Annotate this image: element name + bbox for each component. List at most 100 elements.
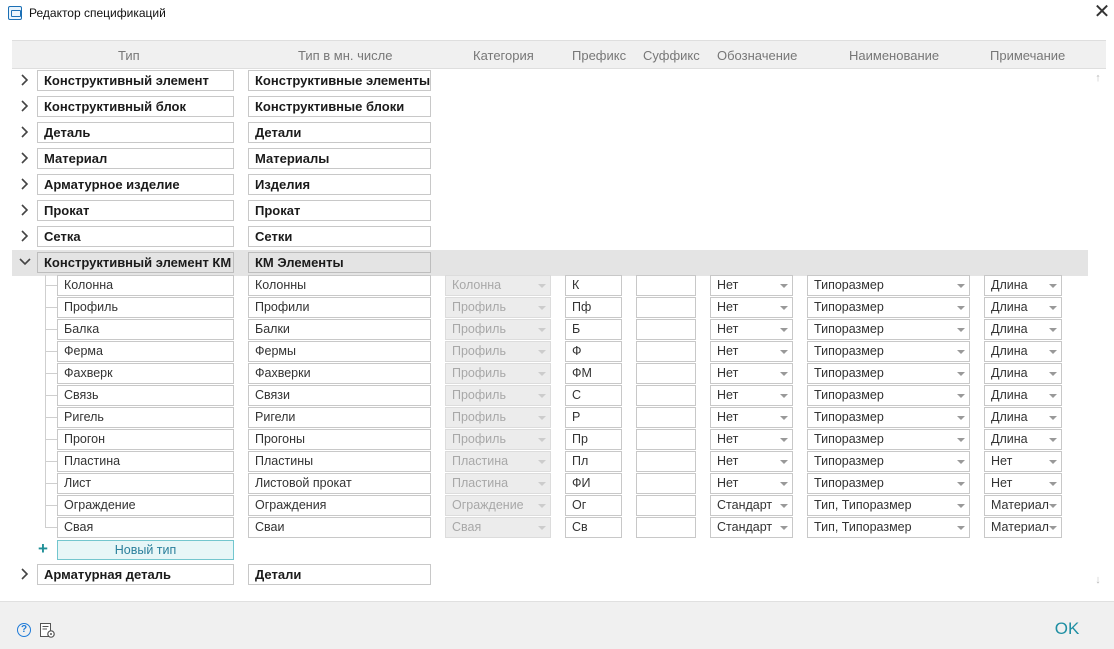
prefix-field[interactable]: Пф [565,297,622,318]
name-select[interactable]: Типоразмер [807,319,970,340]
column-header-note[interactable]: Примечание [990,48,1065,63]
group-row[interactable]: Арматурное изделие Изделия [12,172,1088,198]
suffix-field[interactable] [636,363,696,384]
column-header-plural[interactable]: Тип в мн. числе [298,48,393,63]
prefix-field[interactable]: Р [565,407,622,428]
type-field[interactable]: Конструктивный элемент [37,70,234,91]
plural-field[interactable]: Профили [248,297,431,318]
prefix-field[interactable]: С [565,385,622,406]
dropdown-arrow-icon[interactable] [957,482,965,486]
suffix-field[interactable] [636,341,696,362]
name-select[interactable]: Типоразмер [807,407,970,428]
new-type-button[interactable]: Новый тип [57,540,234,560]
name-select[interactable]: Типоразмер [807,429,970,450]
note-select[interactable]: Длина [984,363,1062,384]
note-select[interactable]: Длина [984,275,1062,296]
group-row[interactable]: Арматурная деталь Детали [12,562,1088,588]
dropdown-arrow-icon[interactable] [1049,482,1057,486]
note-select[interactable]: Материал [984,517,1062,538]
dropdown-arrow-icon[interactable] [1049,284,1057,288]
name-select[interactable]: Типоразмер [807,473,970,494]
plural-field[interactable]: Фермы [248,341,431,362]
type-field[interactable]: Ограждение [57,495,234,516]
dropdown-arrow-icon[interactable] [780,482,788,486]
type-field[interactable]: Пластина [57,451,234,472]
note-select[interactable]: Материал [984,495,1062,516]
type-field[interactable]: Свая [57,517,234,538]
chevron-right-icon[interactable] [17,124,33,140]
dropdown-arrow-icon[interactable] [957,284,965,288]
dropdown-arrow-icon[interactable] [1049,372,1057,376]
prefix-field[interactable]: Св [565,517,622,538]
type-field[interactable]: Ферма [57,341,234,362]
name-select[interactable]: Типоразмер [807,363,970,384]
dropdown-arrow-icon[interactable] [780,394,788,398]
scroll-down-icon[interactable]: ↓ [1090,572,1106,588]
name-select[interactable]: Тип, Типоразмер [807,495,970,516]
dropdown-arrow-icon[interactable] [957,460,965,464]
dropdown-arrow-icon[interactable] [780,526,788,530]
type-field[interactable]: Материал [37,148,234,169]
type-field[interactable]: Прогон [57,429,234,450]
plural-field[interactable]: Конструктивные блоки [248,96,431,117]
suffix-field[interactable] [636,495,696,516]
plural-field[interactable]: Конструктивные элементы [248,70,431,91]
scroll-up-icon[interactable]: ↑ [1090,70,1106,86]
type-field[interactable]: Профиль [57,297,234,318]
suffix-field[interactable] [636,319,696,340]
dropdown-arrow-icon[interactable] [957,504,965,508]
dropdown-arrow-icon[interactable] [1049,306,1057,310]
plural-field[interactable]: Балки [248,319,431,340]
type-field[interactable]: Связь [57,385,234,406]
chevron-right-icon[interactable] [17,228,33,244]
column-header-prefix[interactable]: Префикс [572,48,626,63]
prefix-field[interactable]: Б [565,319,622,340]
designation-select[interactable]: Нет [710,473,793,494]
column-header-category[interactable]: Категория [473,48,534,63]
name-select[interactable]: Типоразмер [807,451,970,472]
plural-field[interactable]: Листовой прокат [248,473,431,494]
type-field[interactable]: Арматурное изделие [37,174,234,195]
dropdown-arrow-icon[interactable] [1049,526,1057,530]
chevron-right-icon[interactable] [17,566,33,582]
type-field[interactable]: Балка [57,319,234,340]
type-field[interactable]: Конструктивный элемент КМ [37,252,234,273]
dropdown-arrow-icon[interactable] [957,438,965,442]
plural-field[interactable]: Ограждения [248,495,431,516]
suffix-field[interactable] [636,473,696,494]
dropdown-arrow-icon[interactable] [957,416,965,420]
type-field[interactable]: Арматурная деталь [37,564,234,585]
type-field[interactable]: Колонна [57,275,234,296]
group-row[interactable]: Конструктивный элемент Конструктивные эл… [12,68,1088,94]
column-header-name[interactable]: Наименование [849,48,939,63]
designation-select[interactable]: Нет [710,275,793,296]
note-select[interactable]: Длина [984,319,1062,340]
suffix-field[interactable] [636,451,696,472]
designation-select[interactable]: Нет [710,407,793,428]
dropdown-arrow-icon[interactable] [1049,438,1057,442]
ok-button[interactable]: OK [1049,617,1085,641]
dropdown-arrow-icon[interactable] [1049,394,1057,398]
designation-select[interactable]: Нет [710,363,793,384]
group-row[interactable]: Конструктивный блок Конструктивные блоки [12,94,1088,120]
column-header-suffix[interactable]: Суффикс [643,48,700,63]
plural-field[interactable]: Изделия [248,174,431,195]
dropdown-arrow-icon[interactable] [1049,350,1057,354]
dropdown-arrow-icon[interactable] [780,438,788,442]
chevron-right-icon[interactable] [17,98,33,114]
designation-select[interactable]: Нет [710,451,793,472]
plural-field[interactable]: Детали [248,122,431,143]
type-field[interactable]: Фахверк [57,363,234,384]
dropdown-arrow-icon[interactable] [1049,460,1057,464]
chevron-right-icon[interactable] [17,150,33,166]
dropdown-arrow-icon[interactable] [957,328,965,332]
type-field[interactable]: Прокат [37,200,234,221]
dropdown-arrow-icon[interactable] [780,350,788,354]
plural-field[interactable]: Прогоны [248,429,431,450]
chevron-down-icon[interactable] [17,254,33,270]
designation-select[interactable]: Нет [710,429,793,450]
plural-field[interactable]: Колонны [248,275,431,296]
designation-select[interactable]: Нет [710,341,793,362]
type-field[interactable]: Конструктивный блок [37,96,234,117]
prefix-field[interactable]: Пр [565,429,622,450]
